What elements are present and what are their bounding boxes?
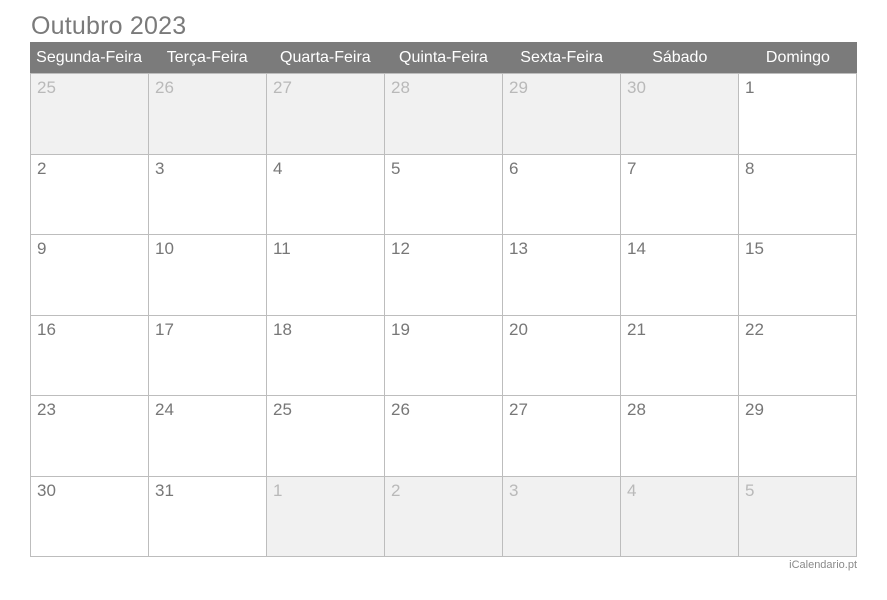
calendar-day-cell: 31 <box>149 476 267 557</box>
day-number: 24 <box>155 400 174 419</box>
calendar-day-cell: 30 <box>31 476 149 557</box>
day-number: 28 <box>391 78 410 97</box>
calendar-day-cell: 17 <box>149 315 267 396</box>
calendar-day-cell: 18 <box>267 315 385 396</box>
weekday-header-friday: Sexta-Feira <box>520 48 603 66</box>
calendar-day-cell: 13 <box>503 235 621 316</box>
day-number: 28 <box>627 400 646 419</box>
calendar-day-cell-outside-month: 4 <box>621 476 739 557</box>
day-number: 1 <box>273 480 283 500</box>
day-number: 23 <box>37 400 56 419</box>
day-number: 6 <box>509 158 519 178</box>
calendar-day-cell: 22 <box>739 315 857 396</box>
calendar-title: Outubro 2023 <box>31 12 187 40</box>
day-number: 16 <box>37 319 56 339</box>
calendar-day-cell: 3 <box>149 154 267 235</box>
calendar-day-cell: 12 <box>385 235 503 316</box>
calendar-day-cell: 10 <box>149 235 267 316</box>
calendar-day-cell: 20 <box>503 315 621 396</box>
calendar-day-cell: 26 <box>385 396 503 477</box>
calendar-day-cell: 8 <box>739 154 857 235</box>
calendar-day-cell: 24 <box>149 396 267 477</box>
day-number: 25 <box>37 78 56 97</box>
day-number: 22 <box>745 319 764 339</box>
weekday-header-wednesday: Quarta-Feira <box>280 48 371 66</box>
calendar-day-cell-outside-month: 29 <box>503 74 621 155</box>
day-number: 29 <box>509 78 528 97</box>
day-number: 3 <box>155 158 165 178</box>
calendar-day-cell-outside-month: 30 <box>621 74 739 155</box>
day-number: 20 <box>509 319 528 339</box>
calendar-day-cell: 14 <box>621 235 739 316</box>
calendar-day-cell: 11 <box>267 235 385 316</box>
day-number: 2 <box>391 480 401 500</box>
calendar-day-cell-outside-month: 28 <box>385 74 503 155</box>
calendar-day-cell: 2 <box>31 154 149 235</box>
calendar-day-cell-outside-month: 27 <box>267 74 385 155</box>
calendar-day-cell: 9 <box>31 235 149 316</box>
calendar-day-cell: 28 <box>621 396 739 477</box>
day-number: 12 <box>391 239 410 258</box>
calendar-day-cell: 1 <box>739 74 857 155</box>
weekday-header-monday: Segunda-Feira <box>36 48 142 66</box>
calendar-day-cell: 27 <box>503 396 621 477</box>
calendar-day-cell: 21 <box>621 315 739 396</box>
day-number: 2 <box>37 158 47 178</box>
weekday-header-saturday: Sábado <box>652 48 708 66</box>
calendar-day-cell: 6 <box>503 154 621 235</box>
day-number: 19 <box>391 319 410 339</box>
day-number: 31 <box>155 480 174 500</box>
weekday-header-row: Segunda-Feira Terça-Feira Quarta-Feira Q… <box>30 42 857 73</box>
day-number: 27 <box>509 400 528 419</box>
day-number: 25 <box>273 400 292 419</box>
month-calendar: Segunda-Feira Terça-Feira Quarta-Feira Q… <box>30 42 857 557</box>
day-number: 1 <box>745 78 755 97</box>
day-number: 8 <box>745 158 755 178</box>
day-number: 4 <box>273 158 283 178</box>
day-number: 26 <box>155 78 174 97</box>
footer-credit: iCalendario.pt <box>789 559 857 571</box>
day-number: 3 <box>509 480 519 500</box>
day-number: 13 <box>509 239 528 258</box>
calendar-day-cell: 4 <box>267 154 385 235</box>
day-number: 10 <box>155 239 174 258</box>
day-number: 26 <box>391 400 410 419</box>
day-number: 5 <box>391 158 401 178</box>
calendar-day-cell: 5 <box>385 154 503 235</box>
day-number: 30 <box>627 78 646 97</box>
calendar-day-cell-outside-month: 1 <box>267 476 385 557</box>
calendar-day-grid: 25 26 27 28 29 30 1 2 3 4 5 6 7 8 9 10 11 12 13 14 15 16 17 18 1… <box>30 73 857 557</box>
calendar-day-cell: 16 <box>31 315 149 396</box>
calendar-day-cell: 25 <box>267 396 385 477</box>
day-number: 15 <box>745 239 764 258</box>
day-number: 18 <box>273 319 292 339</box>
day-number: 7 <box>627 158 637 178</box>
calendar-day-cell-outside-month: 3 <box>503 476 621 557</box>
calendar-day-cell-outside-month: 5 <box>739 476 857 557</box>
weekday-header-sunday: Domingo <box>765 48 830 66</box>
day-number: 11 <box>273 239 291 258</box>
calendar-day-cell-outside-month: 25 <box>31 74 149 155</box>
day-number: 14 <box>627 239 646 258</box>
weekday-header-tuesday: Terça-Feira <box>166 48 248 66</box>
day-number: 27 <box>273 78 292 97</box>
calendar-day-cell: 7 <box>621 154 739 235</box>
calendar-day-cell: 23 <box>31 396 149 477</box>
day-number: 4 <box>627 480 637 500</box>
day-number: 30 <box>37 480 56 500</box>
calendar-day-cell-outside-month: 2 <box>385 476 503 557</box>
calendar-day-cell: 15 <box>739 235 857 316</box>
weekday-header-thursday: Quinta-Feira <box>399 48 488 66</box>
calendar-day-cell: 29 <box>739 396 857 477</box>
day-number: 21 <box>627 319 646 339</box>
day-number: 17 <box>155 319 174 339</box>
day-number: 5 <box>745 480 755 500</box>
calendar-day-cell: 19 <box>385 315 503 396</box>
day-number: 9 <box>37 239 47 258</box>
day-number: 29 <box>745 400 764 419</box>
calendar-day-cell-outside-month: 26 <box>149 74 267 155</box>
